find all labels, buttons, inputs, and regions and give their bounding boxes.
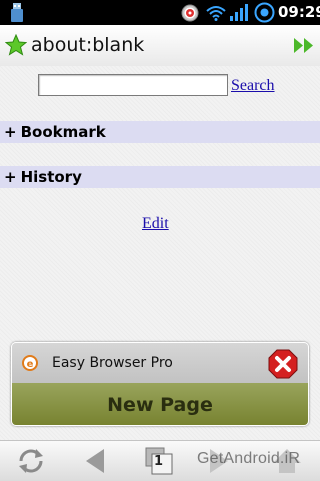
new-page-button[interactable]: New Page [12, 383, 308, 425]
history-section-header[interactable]: + History [0, 166, 320, 188]
expand-toggle: + [4, 168, 17, 186]
bookmark-star-icon[interactable] [5, 34, 27, 56]
back-icon[interactable] [78, 445, 112, 477]
signal-icon [230, 4, 248, 21]
wifi-icon [206, 6, 226, 21]
status-clock: 09:29 [278, 3, 320, 21]
close-icon[interactable] [268, 349, 298, 379]
status-bar: 09:29 [0, 0, 320, 25]
alarm-icon [181, 4, 199, 22]
tab-title: Easy Browser Pro [52, 355, 173, 371]
tab-card[interactable]: e Easy Browser Pro New Page [11, 342, 309, 426]
url-text[interactable]: about:blank [31, 34, 144, 56]
address-bar[interactable]: about:blank [0, 25, 320, 67]
tab-count: 1 [154, 454, 164, 469]
edit-link[interactable]: Edit [142, 215, 169, 233]
usb-storage-icon [11, 3, 23, 22]
refresh-icon[interactable] [14, 445, 48, 477]
search-link[interactable]: Search [231, 77, 275, 95]
tab-header[interactable]: e Easy Browser Pro [12, 343, 308, 383]
expand-toggle: + [4, 123, 17, 141]
bookmark-section-header[interactable]: + Bookmark [0, 121, 320, 143]
search-input[interactable] [38, 74, 228, 96]
watermark: GetAndroid.iR [197, 450, 301, 467]
history-section-label: History [20, 168, 82, 186]
sync-icon [254, 2, 275, 23]
favicon-icon: e [22, 355, 38, 371]
bookmark-section-label: Bookmark [20, 123, 106, 141]
svg-text:e: e [27, 359, 34, 370]
go-forward-icon[interactable] [293, 37, 315, 54]
